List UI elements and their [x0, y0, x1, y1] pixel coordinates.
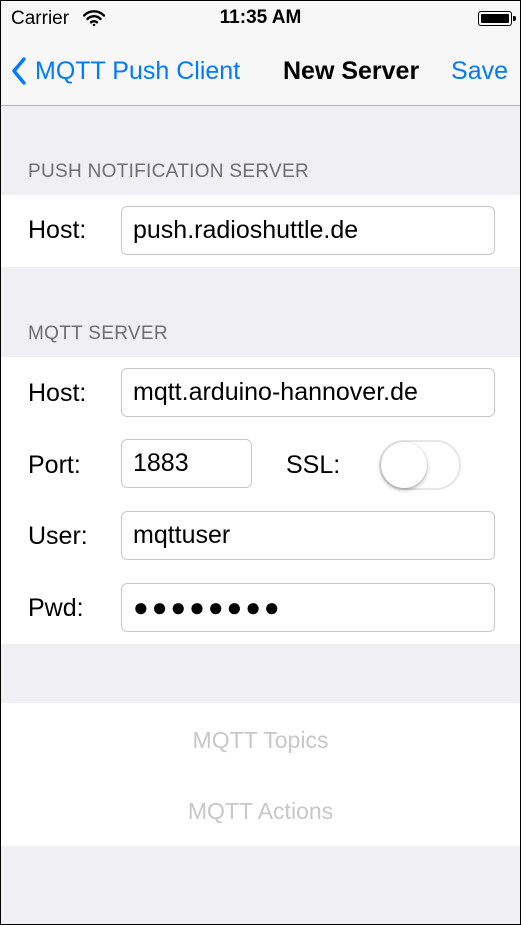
user-label: User: — [28, 522, 88, 550]
mqtt-server-group: Host: mqtt.arduino-hannover.de Port: 188… — [1, 357, 520, 644]
user-input[interactable]: mqttuser — [121, 511, 495, 560]
mqtt-host-input[interactable]: mqtt.arduino-hannover.de — [121, 368, 495, 417]
push-server-group: Host: push.radioshuttle.de — [1, 195, 520, 267]
back-button[interactable]: MQTT Push Client — [11, 53, 240, 89]
mqtt-topics-button[interactable]: MQTT Topics — [1, 727, 520, 754]
screen: Carrier 11:35 AM MQTT Push Client New Se… — [0, 0, 521, 925]
ssl-label: SSL: — [286, 451, 341, 479]
page-title: New Server — [283, 57, 420, 85]
port-input[interactable]: 1883 — [121, 439, 252, 488]
mqtt-host-label: Host: — [28, 379, 87, 407]
actions-group: MQTT Topics MQTT Actions — [1, 703, 520, 846]
status-bar: Carrier 11:35 AM — [1, 1, 520, 37]
section-header-push: PUSH NOTIFICATION SERVER — [28, 161, 309, 182]
push-host-input[interactable]: push.radioshuttle.de — [121, 206, 495, 255]
back-button-label: MQTT Push Client — [35, 56, 241, 85]
pwd-label: Pwd: — [28, 594, 84, 622]
status-time: 11:35 AM — [219, 7, 302, 28]
password-input[interactable]: ●●●●●●●● — [121, 583, 495, 632]
ssl-toggle[interactable] — [379, 440, 461, 490]
mqtt-actions-button[interactable]: MQTT Actions — [1, 798, 520, 825]
port-label: Port: — [28, 451, 81, 479]
chevron-left-icon — [11, 57, 27, 85]
navigation-bar: MQTT Push Client New Server Save — [1, 37, 520, 106]
ssl-toggle-knob — [381, 442, 427, 488]
push-host-label: Host: — [28, 216, 87, 244]
section-header-mqtt: MQTT SERVER — [28, 323, 168, 344]
save-button[interactable]: Save — [451, 57, 508, 86]
battery-icon — [478, 11, 516, 26]
